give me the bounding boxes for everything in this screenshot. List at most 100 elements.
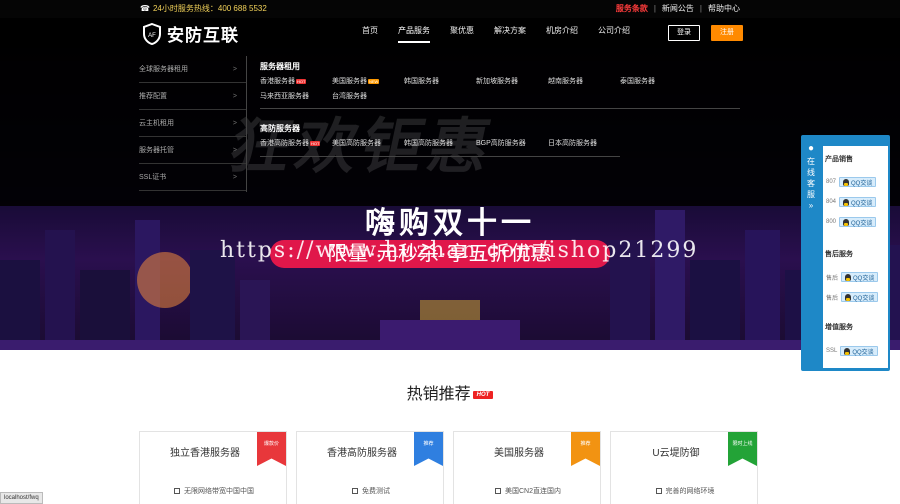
card-ribbon: 限时上线 [728,432,757,466]
qq-chat-button[interactable]: QQ交谈 [841,292,879,302]
product-card[interactable]: 独立香港服务器 爆款价 无限网络带宽中国中国 [139,431,287,504]
divider [260,156,620,157]
nav-products[interactable]: 产品服务 [388,18,440,48]
nav-home[interactable]: 首页 [352,18,388,48]
service-panel-content: 产品销售 807 QQ交谈 804 QQ交谈 800 QQ交谈 售后服务 售后 QQ交谈… [823,146,888,368]
nav-solutions[interactable]: 解决方案 [484,18,536,48]
link-vn-server[interactable]: 越南服务器 [548,76,620,86]
card-title: 美国服务器 [494,448,544,459]
svg-text:AF: AF [148,33,156,39]
link-my-server[interactable]: 马来西亚服务器 [260,91,332,101]
card-feature: 完善的网络环境 [611,486,759,496]
card-ribbon: 爆款价 [257,432,286,466]
link-hk-ddos[interactable]: 香港高防服务器 HOT [260,138,332,148]
service-row: SSL QQ交谈 [826,346,878,356]
qq-chat-button[interactable]: QQ交谈 [839,217,877,227]
top-links: 服务条款 | 新闻公告 | 帮助中心 [610,0,746,18]
hot-badge: HOT [472,390,494,399]
new-tag: NEW [368,78,380,84]
service-row: 售后 QQ交谈 [826,292,879,302]
link-sg-server[interactable]: 新加坡服务器 [476,76,548,86]
group-title: 售后服务 [825,251,853,258]
card-title: 独立香港服务器 [170,448,240,459]
link-tw-server[interactable]: 台湾服务器 [332,91,404,101]
ddos-server-links: 香港高防服务器 HOT 美国高防服务器 韩国高防服务器 BGP高防服务器 日本高防… [260,138,720,148]
qq-penguin-icon [845,293,852,301]
top-info-bar: ☎ 24小时服务热线：400 688 5532 服务条款 | 新闻公告 | 帮助中… [0,0,900,18]
nav-datacenter[interactable]: 机房介绍 [536,18,588,48]
watermark-url: https://www.huzhan.com/ishop21299 [220,238,699,263]
group-title: 增值服务 [825,324,853,331]
side-menu-item[interactable]: 推荐配置 > [139,83,247,110]
main-header: AF 安防互联 首页 产品服务 聚优惠 解决方案 机房介绍 公司介绍 登录 注册 [0,18,900,48]
card-feature: 无限网络带宽中国中国 [140,486,288,496]
divider [246,56,247,192]
login-button[interactable]: 登录 [668,25,700,41]
link-th-server[interactable]: 泰国服务器 [620,76,692,86]
nav-deals[interactable]: 聚优惠 [440,18,484,48]
link-bgp-ddos[interactable]: BGP高防服务器 [476,138,548,148]
logo-text: 安防互联 [167,26,239,45]
card-title: 香港高防服务器 [327,448,397,459]
shield-logo-icon: AF [143,22,161,45]
card-feature: 美国CN2直连国内 [454,486,602,496]
group-title: 产品销售 [825,156,853,163]
browser-status-bar: localhost/fwq [0,492,43,504]
side-menu-item[interactable]: 全球服务器租用 > [139,56,247,83]
service-row: 售后 QQ交谈 [826,272,879,282]
service-row: 807 QQ交谈 [826,177,877,187]
qq-penguin-icon [843,218,850,226]
chevron-right-icon: > [232,66,237,73]
online-service-panel: ● 在线客服 » 产品销售 807 QQ交谈 804 QQ交谈 800 QQ交谈 售后… [801,135,890,371]
hot-tag: HOT [310,140,321,146]
product-card[interactable]: U云堤防御 限时上线 完善的网络环境 [610,431,758,504]
link-us-server[interactable]: 美国服务器 NEW [332,76,404,86]
link-help[interactable]: 帮助中心 [702,0,746,18]
service-row: 800 QQ交谈 [826,217,877,227]
card-title: U云堤防御 [652,448,700,459]
site-logo[interactable]: AF 安防互联 [142,21,239,46]
card-ribbon: 推荐 [571,432,600,466]
qq-penguin-icon [845,273,852,281]
main-nav: 首页 产品服务 聚优惠 解决方案 机房介绍 公司介绍 [352,18,640,48]
chevron-right-icon: > [232,93,237,100]
link-jp-ddos[interactable]: 日本高防服务器 [548,138,620,148]
card-feature: 免费测试 [297,486,445,496]
chevron-right-icon: > [232,120,237,127]
page: 嗨购双十一 限量·元秒杀·享五折优惠 https://www.huzhan.co… [0,0,900,504]
hot-tag: HOT [296,78,307,84]
product-card[interactable]: 美国服务器 推荐 美国CN2直连国内 [453,431,601,504]
link-us-ddos[interactable]: 美国高防服务器 [332,138,404,148]
qq-chat-button[interactable]: QQ交谈 [840,346,878,356]
qq-penguin-icon [843,178,850,186]
qq-chat-button[interactable]: QQ交谈 [839,177,877,187]
side-menu-item[interactable]: 云主机租用 > [139,110,247,137]
ddos-server-title: 高防服务器 [260,124,300,133]
side-menu-item[interactable]: 服务器托管 > [139,137,247,164]
nav-about[interactable]: 公司介绍 [588,18,640,48]
link-news[interactable]: 新闻公告 [656,0,700,18]
chevron-right-icon: > [232,147,237,154]
hot-section-title: 热销推荐 HOT [0,380,900,404]
link-kr-ddos[interactable]: 韩国高防服务器 [404,138,476,148]
phone-icon: ☎ [140,4,150,13]
qq-chat-button[interactable]: QQ交谈 [839,197,877,207]
register-button[interactable]: 注册 [711,25,743,41]
link-terms[interactable]: 服务条款 [610,0,654,18]
service-row: 804 QQ交谈 [826,197,877,207]
divider [260,108,740,109]
side-menu-item[interactable]: SSL证书 > [139,164,247,191]
chevron-right-icon: > [232,174,237,181]
chevron-right-icon: » [808,201,814,210]
service-panel-tab[interactable]: ● 在线客服 » [801,135,821,371]
dropdown-side-menu: 全球服务器租用 > 推荐配置 > 云主机租用 > 服务器托管 > SSL证书 > [139,56,247,191]
server-rental-links: 香港服务器 HOT 美国服务器 NEW 韩国服务器 新加坡服务器 越南服务器 泰国服… [260,76,720,101]
card-ribbon: 推荐 [414,432,443,466]
chat-icon: ● [807,143,815,154]
link-kr-server[interactable]: 韩国服务器 [404,76,476,86]
product-cards: 独立香港服务器 爆款价 无限网络带宽中国中国 香港高防服务器 推荐 免费测试 美… [139,431,758,504]
qq-chat-button[interactable]: QQ交谈 [841,272,879,282]
product-card[interactable]: 香港高防服务器 推荐 免费测试 [296,431,444,504]
hotline: ☎ 24小时服务热线：400 688 5532 [140,4,267,13]
link-hk-server[interactable]: 香港服务器 HOT [260,76,332,86]
